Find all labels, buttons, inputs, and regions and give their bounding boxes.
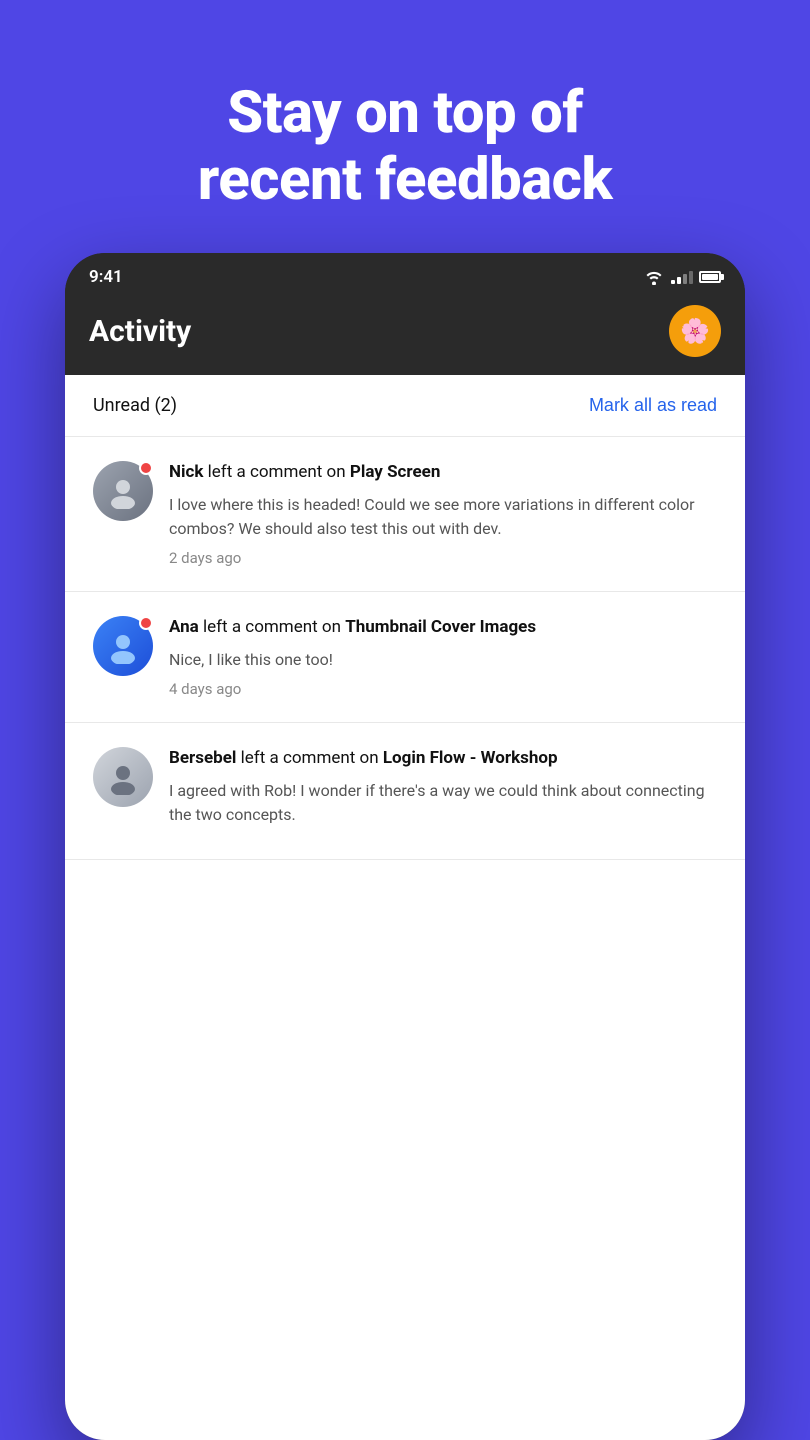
unread-dot-ana — [139, 616, 153, 630]
phone-mockup: 9:41 Activity 🌸 — [65, 253, 745, 1440]
mark-all-read-button[interactable]: Mark all as read — [589, 395, 717, 416]
item-content-bersebel: Bersebel left a comment on Login Flow - … — [169, 747, 717, 835]
item-header-nick: Nick left a comment on Play Screen — [169, 461, 717, 485]
user-avatar-icon: 🌸 — [680, 317, 710, 345]
item-body-nick: I love where this is headed! Could we se… — [169, 493, 717, 541]
status-time: 9:41 — [89, 267, 123, 287]
item-content-nick: Nick left a comment on Play Screen I lov… — [169, 461, 717, 567]
activity-item-nick[interactable]: Nick left a comment on Play Screen I lov… — [65, 437, 745, 592]
unread-dot-nick — [139, 461, 153, 475]
screen-name-ana: Thumbnail Cover Images — [345, 617, 536, 637]
activity-item-ana[interactable]: Ana left a comment on Thumbnail Cover Im… — [65, 592, 745, 723]
item-body-ana: Nice, I like this one too! — [169, 648, 717, 672]
signal-icon — [671, 270, 693, 284]
item-header-bersebel: Bersebel left a comment on Login Flow - … — [169, 747, 717, 771]
status-icons — [643, 269, 721, 285]
app-title: Activity — [89, 314, 191, 349]
unread-bar: Unread (2) Mark all as read — [65, 375, 745, 437]
avatar-wrap-nick — [93, 461, 153, 521]
app-header: Activity 🌸 — [65, 297, 745, 375]
commenter-name-ana: Ana — [169, 617, 199, 637]
hero-section: Stay on top of recent feedback — [0, 0, 810, 253]
activity-item-bersebel[interactable]: Bersebel left a comment on Login Flow - … — [65, 723, 745, 860]
commenter-name-bersebel: Bersebel — [169, 748, 236, 768]
item-time-ana: 4 days ago — [169, 680, 717, 698]
avatar-bersebel — [93, 747, 153, 807]
screen-name-bersebel: Login Flow - Workshop — [383, 748, 558, 768]
item-time-nick: 2 days ago — [169, 549, 717, 567]
avatar-wrap-ana — [93, 616, 153, 676]
commenter-name-nick: Nick — [169, 462, 203, 482]
item-body-bersebel: I agreed with Rob! I wonder if there's a… — [169, 779, 717, 827]
status-bar: 9:41 — [65, 253, 745, 297]
item-content-ana: Ana left a comment on Thumbnail Cover Im… — [169, 616, 717, 698]
user-avatar-badge[interactable]: 🌸 — [669, 305, 721, 357]
feed-area: Unread (2) Mark all as read Nick left a … — [65, 375, 745, 1440]
avatar-wrap-bersebel — [93, 747, 153, 807]
hero-title: Stay on top of recent feedback — [60, 80, 750, 213]
screen-name-nick: Play Screen — [350, 462, 441, 482]
item-header-ana: Ana left a comment on Thumbnail Cover Im… — [169, 616, 717, 640]
unread-count-label: Unread (2) — [93, 395, 177, 416]
battery-icon — [699, 271, 721, 283]
wifi-icon — [643, 269, 665, 285]
